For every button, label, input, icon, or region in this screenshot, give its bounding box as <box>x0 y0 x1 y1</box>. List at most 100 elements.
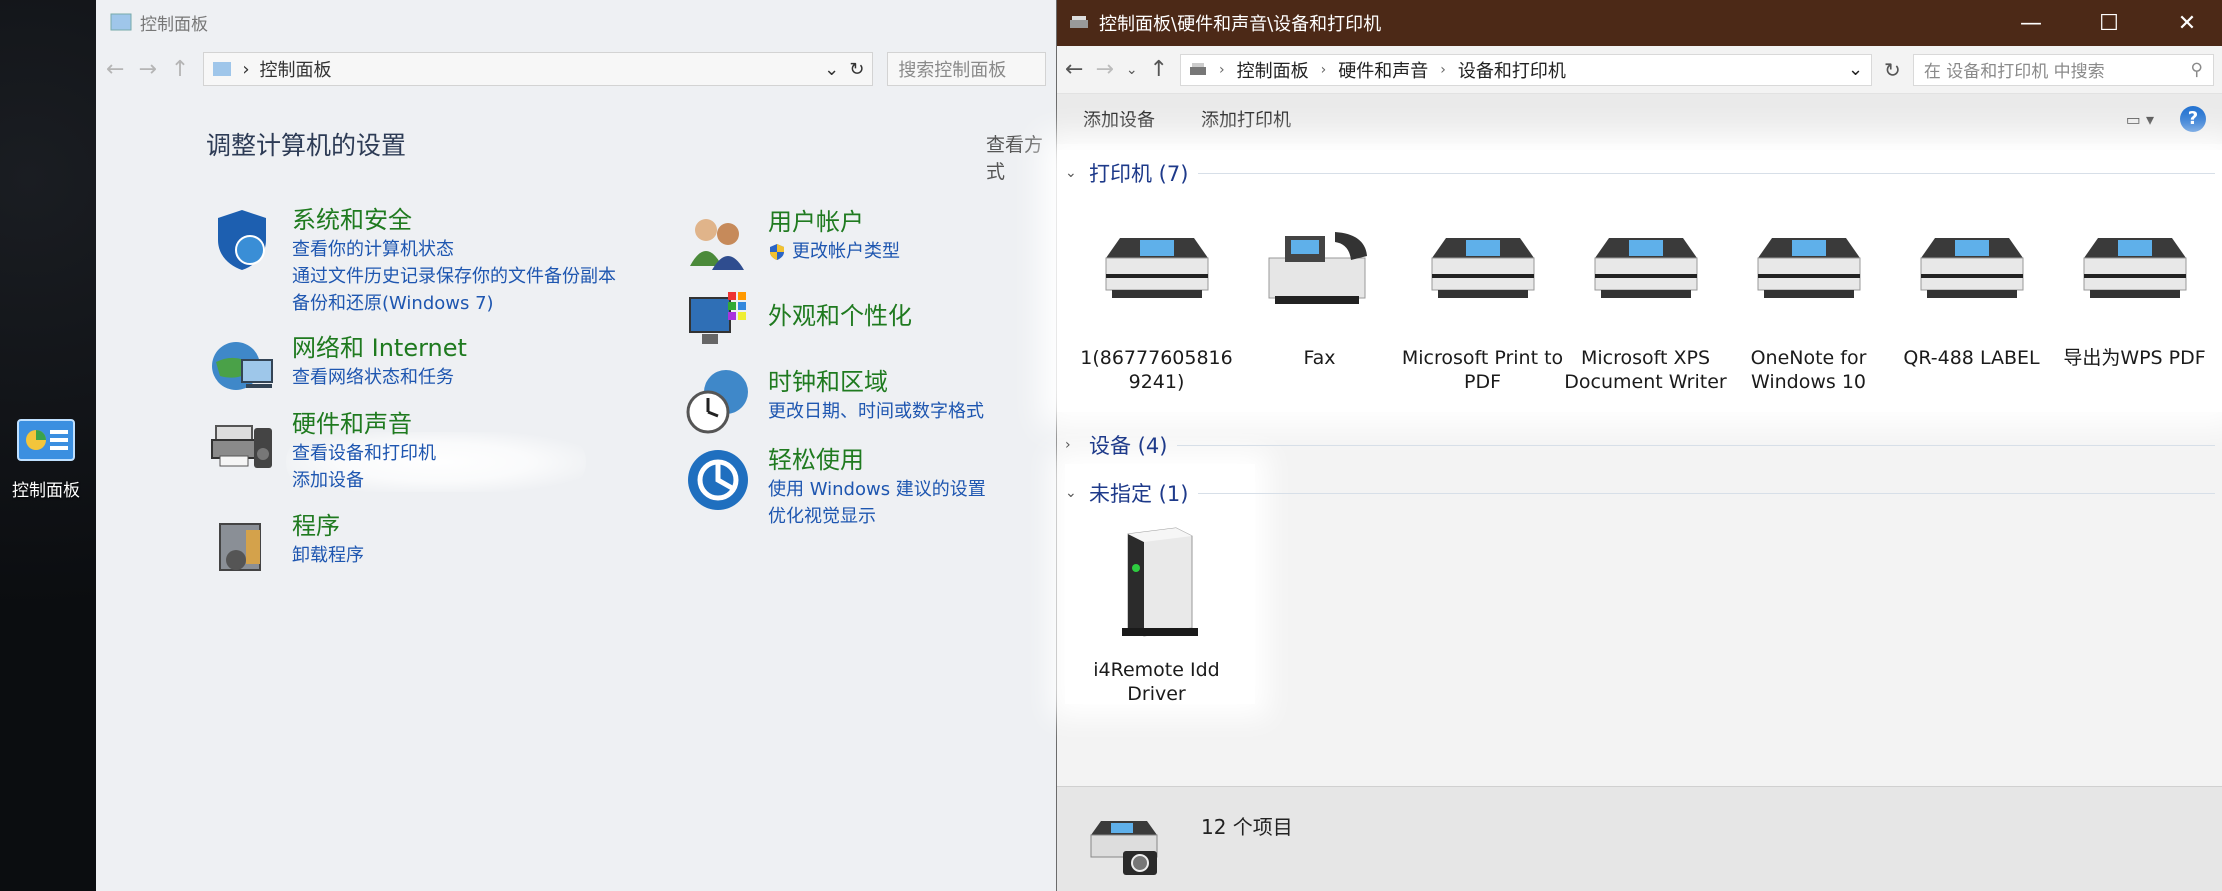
device-item[interactable]: i4Remote Idd Driver <box>1075 524 1238 706</box>
breadcrumb-item[interactable]: 硬件和声音 <box>1338 57 1428 83</box>
category-link[interactable]: 查看设备和打印机 <box>292 440 436 467</box>
search-input[interactable]: 在 设备和打印机 中搜索 ⚲ <box>1912 53 2214 86</box>
group-title: 打印机 (7) <box>1089 162 1189 186</box>
printer-item[interactable]: Fax <box>1238 212 1401 394</box>
desktop-icon-control-panel[interactable]: 控制面板 <box>6 418 86 501</box>
category-name[interactable]: 程序 <box>292 510 364 542</box>
printer-item[interactable]: 1(86777605816 9241) <box>1075 212 1238 394</box>
category-link[interactable]: 添加设备 <box>292 467 436 494</box>
control-panel-title: 控制面板 <box>140 14 208 35</box>
breadcrumb-separator: › <box>242 58 250 80</box>
category-name[interactable]: 用户帐户 <box>768 206 900 238</box>
printer-name: 1(86777605816 9241) <box>1080 347 1233 393</box>
chevron-right-icon[interactable]: › <box>1065 437 1079 453</box>
up-arrow-icon[interactable]: ↑ <box>1150 57 1168 82</box>
up-arrow-icon[interactable]: ↑ <box>171 57 189 82</box>
group-divider <box>1198 492 2215 494</box>
search-icon: ⚲ <box>2190 59 2203 80</box>
view-options-icon[interactable]: ▭ ▾ <box>2126 110 2154 129</box>
display-palette-icon <box>689 292 746 344</box>
category-link-text: 更改帐户类型 <box>792 241 900 262</box>
breadcrumb-separator: › <box>1219 61 1225 78</box>
address-bar[interactable]: › 控制面板 › 硬件和声音 › 设备和打印机 ⌄ <box>1180 53 1873 86</box>
category-link[interactable]: 查看你的计算机状态 <box>292 236 616 263</box>
maximize-button[interactable]: ☐ <box>2074 11 2144 36</box>
content-area: ⌄ 打印机 (7) 1(86777605816 9241) Fax Micros… <box>1057 144 2222 784</box>
breadcrumb-item[interactable]: 控制面板 <box>1237 57 1309 83</box>
printer-name: QR-488 LABEL <box>1903 347 2040 369</box>
printer-item[interactable]: Microsoft Print to PDF <box>1401 212 1564 394</box>
location-icon <box>1190 62 1207 75</box>
group-header-unspecified[interactable]: ⌄ 未指定 (1) <box>1065 478 2215 508</box>
printer-item[interactable]: QR-488 LABEL <box>1890 212 2053 394</box>
category-name[interactable]: 网络和 Internet <box>292 332 467 364</box>
devices-printers-icon <box>1090 821 1158 875</box>
category-network: 网络和 Internet 查看网络状态和任务 <box>206 332 467 404</box>
category-link[interactable]: 通过文件历史记录保存你的文件备份副本 <box>292 263 616 290</box>
printer-icon <box>2083 238 2186 298</box>
category-link[interactable]: 更改日期、时间或数字格式 <box>768 398 984 425</box>
category-name[interactable]: 时钟和区域 <box>768 366 984 398</box>
breadcrumb-separator[interactable]: › <box>1321 62 1327 78</box>
shield-icon <box>218 210 266 270</box>
category-link[interactable]: 优化视觉显示 <box>768 503 986 530</box>
control-panel-window: 控制面板 ← → ↑ › 控制面板 ⌄ ↻ 搜索控制面板 调整计算机的设置 查看… <box>96 0 1056 891</box>
desktop-icon-label: 控制面板 <box>12 481 80 501</box>
recent-locations-chevron-icon[interactable]: ⌄ <box>1126 62 1138 78</box>
chevron-down-icon[interactable]: ⌄ <box>1848 59 1863 80</box>
printer-name: 导出为WPS PDF <box>2063 347 2206 369</box>
back-arrow-icon[interactable]: ← <box>106 57 124 82</box>
add-device-button[interactable]: 添加设备 <box>1083 106 1155 132</box>
forward-arrow-icon[interactable]: → <box>138 57 156 82</box>
category-link[interactable]: 备份和还原(Windows 7) <box>292 290 616 317</box>
printer-speaker-icon <box>211 425 272 468</box>
refresh-icon[interactable]: ↻ <box>849 59 864 80</box>
category-link[interactable]: 使用 Windows 建议的设置 <box>768 476 986 503</box>
printer-item[interactable]: Microsoft XPS Document Writer <box>1564 212 1727 394</box>
control-panel-titlebar: 控制面板 <box>96 0 1056 44</box>
category-clock-region: 时钟和区域 更改日期、时间或数字格式 <box>682 366 984 438</box>
help-icon[interactable]: ? <box>2180 106 2206 132</box>
uac-shield-icon <box>770 243 784 260</box>
printer-name: Fax <box>1303 347 1336 369</box>
control-panel-address-row: ← → ↑ › 控制面板 ⌄ ↻ 搜索控制面板 <box>96 44 1056 94</box>
printer-icon <box>1594 238 1697 298</box>
clock-globe-icon <box>686 370 748 434</box>
address-row: ← → ⌄ ↑ › 控制面板 › 硬件和声音 › 设备和打印机 ⌄ ↻ 在 设备… <box>1057 46 2222 94</box>
printer-item[interactable]: OneNote for Windows 10 <box>1727 212 1890 394</box>
refresh-icon[interactable]: ↻ <box>1884 58 1901 82</box>
group-divider <box>1177 444 2215 446</box>
unspecified-list: i4Remote Idd Driver <box>1075 524 1238 706</box>
close-button[interactable]: ✕ <box>2152 11 2222 36</box>
chevron-down-icon[interactable]: ⌄ <box>824 59 839 80</box>
category-name[interactable]: 系统和安全 <box>292 204 616 236</box>
users-icon <box>690 219 744 270</box>
group-header-devices[interactable]: › 设备 (4) <box>1065 430 2215 460</box>
device-name: i4Remote Idd Driver <box>1093 659 1220 705</box>
control-panel-address-bar[interactable]: › 控制面板 ⌄ ↻ <box>203 52 874 86</box>
minimize-button[interactable]: — <box>1996 11 2066 36</box>
chevron-down-icon[interactable]: ⌄ <box>1065 165 1079 181</box>
category-link[interactable]: 更改帐户类型 <box>768 238 900 265</box>
group-header-printers[interactable]: ⌄ 打印机 (7) <box>1065 158 2215 188</box>
chevron-down-icon[interactable]: ⌄ <box>1065 485 1079 501</box>
category-link[interactable]: 查看网络状态和任务 <box>292 364 467 391</box>
category-link[interactable]: 卸载程序 <box>292 542 364 569</box>
printer-name: Microsoft Print to PDF <box>1401 347 1564 393</box>
control-panel-search-input[interactable]: 搜索控制面板 <box>887 52 1046 86</box>
details-pane: 12 个项目 <box>1057 786 2222 891</box>
category-name[interactable]: 硬件和声音 <box>292 408 436 440</box>
devices-printers-small-icon <box>1070 16 1088 28</box>
view-by-label[interactable]: 查看方式 <box>986 130 1056 184</box>
category-name[interactable]: 外观和个性化 <box>768 300 912 332</box>
back-arrow-icon[interactable]: ← <box>1065 57 1083 82</box>
category-name[interactable]: 轻松使用 <box>768 444 986 476</box>
add-printer-button[interactable]: 添加打印机 <box>1201 106 1291 132</box>
breadcrumb-item[interactable]: 设备和打印机 <box>1458 57 1566 83</box>
printers-list: 1(86777605816 9241) Fax Microsoft Print … <box>1075 212 2216 394</box>
control-panel-small-icon <box>110 13 132 31</box>
programs-box-icon <box>219 523 261 571</box>
breadcrumb-separator[interactable]: › <box>1440 62 1446 78</box>
forward-arrow-icon[interactable]: → <box>1095 57 1113 82</box>
printer-item[interactable]: 导出为WPS PDF <box>2053 212 2216 394</box>
